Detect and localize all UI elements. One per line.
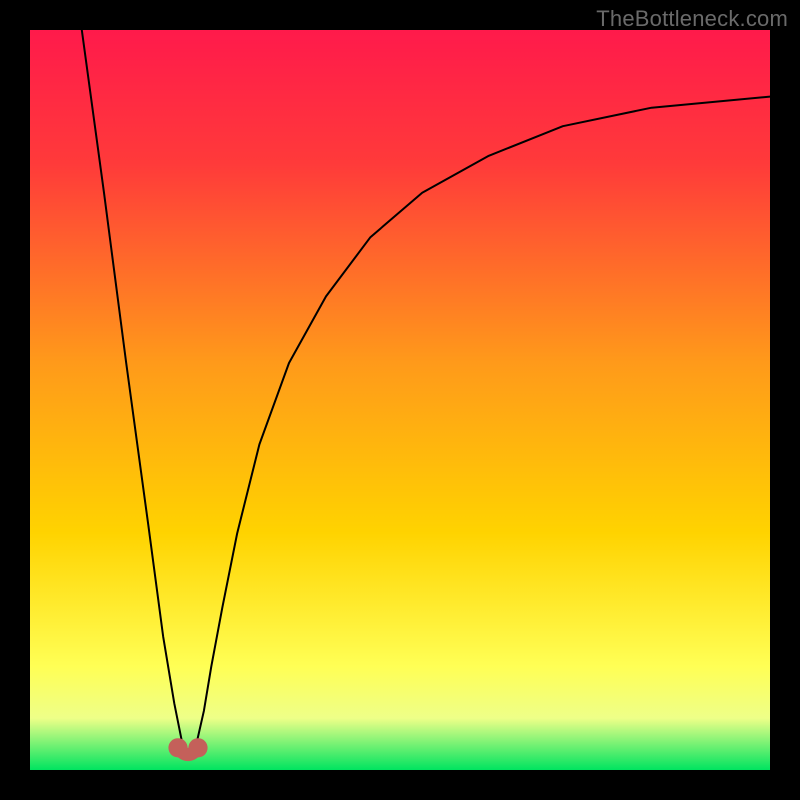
marker-min-right bbox=[188, 738, 207, 757]
plot-area bbox=[30, 30, 770, 770]
watermark-text: TheBottleneck.com bbox=[596, 6, 788, 32]
chart-frame: TheBottleneck.com bbox=[0, 0, 800, 800]
gradient-background bbox=[30, 30, 770, 770]
marker-min-left bbox=[168, 738, 187, 757]
chart-svg bbox=[30, 30, 770, 770]
